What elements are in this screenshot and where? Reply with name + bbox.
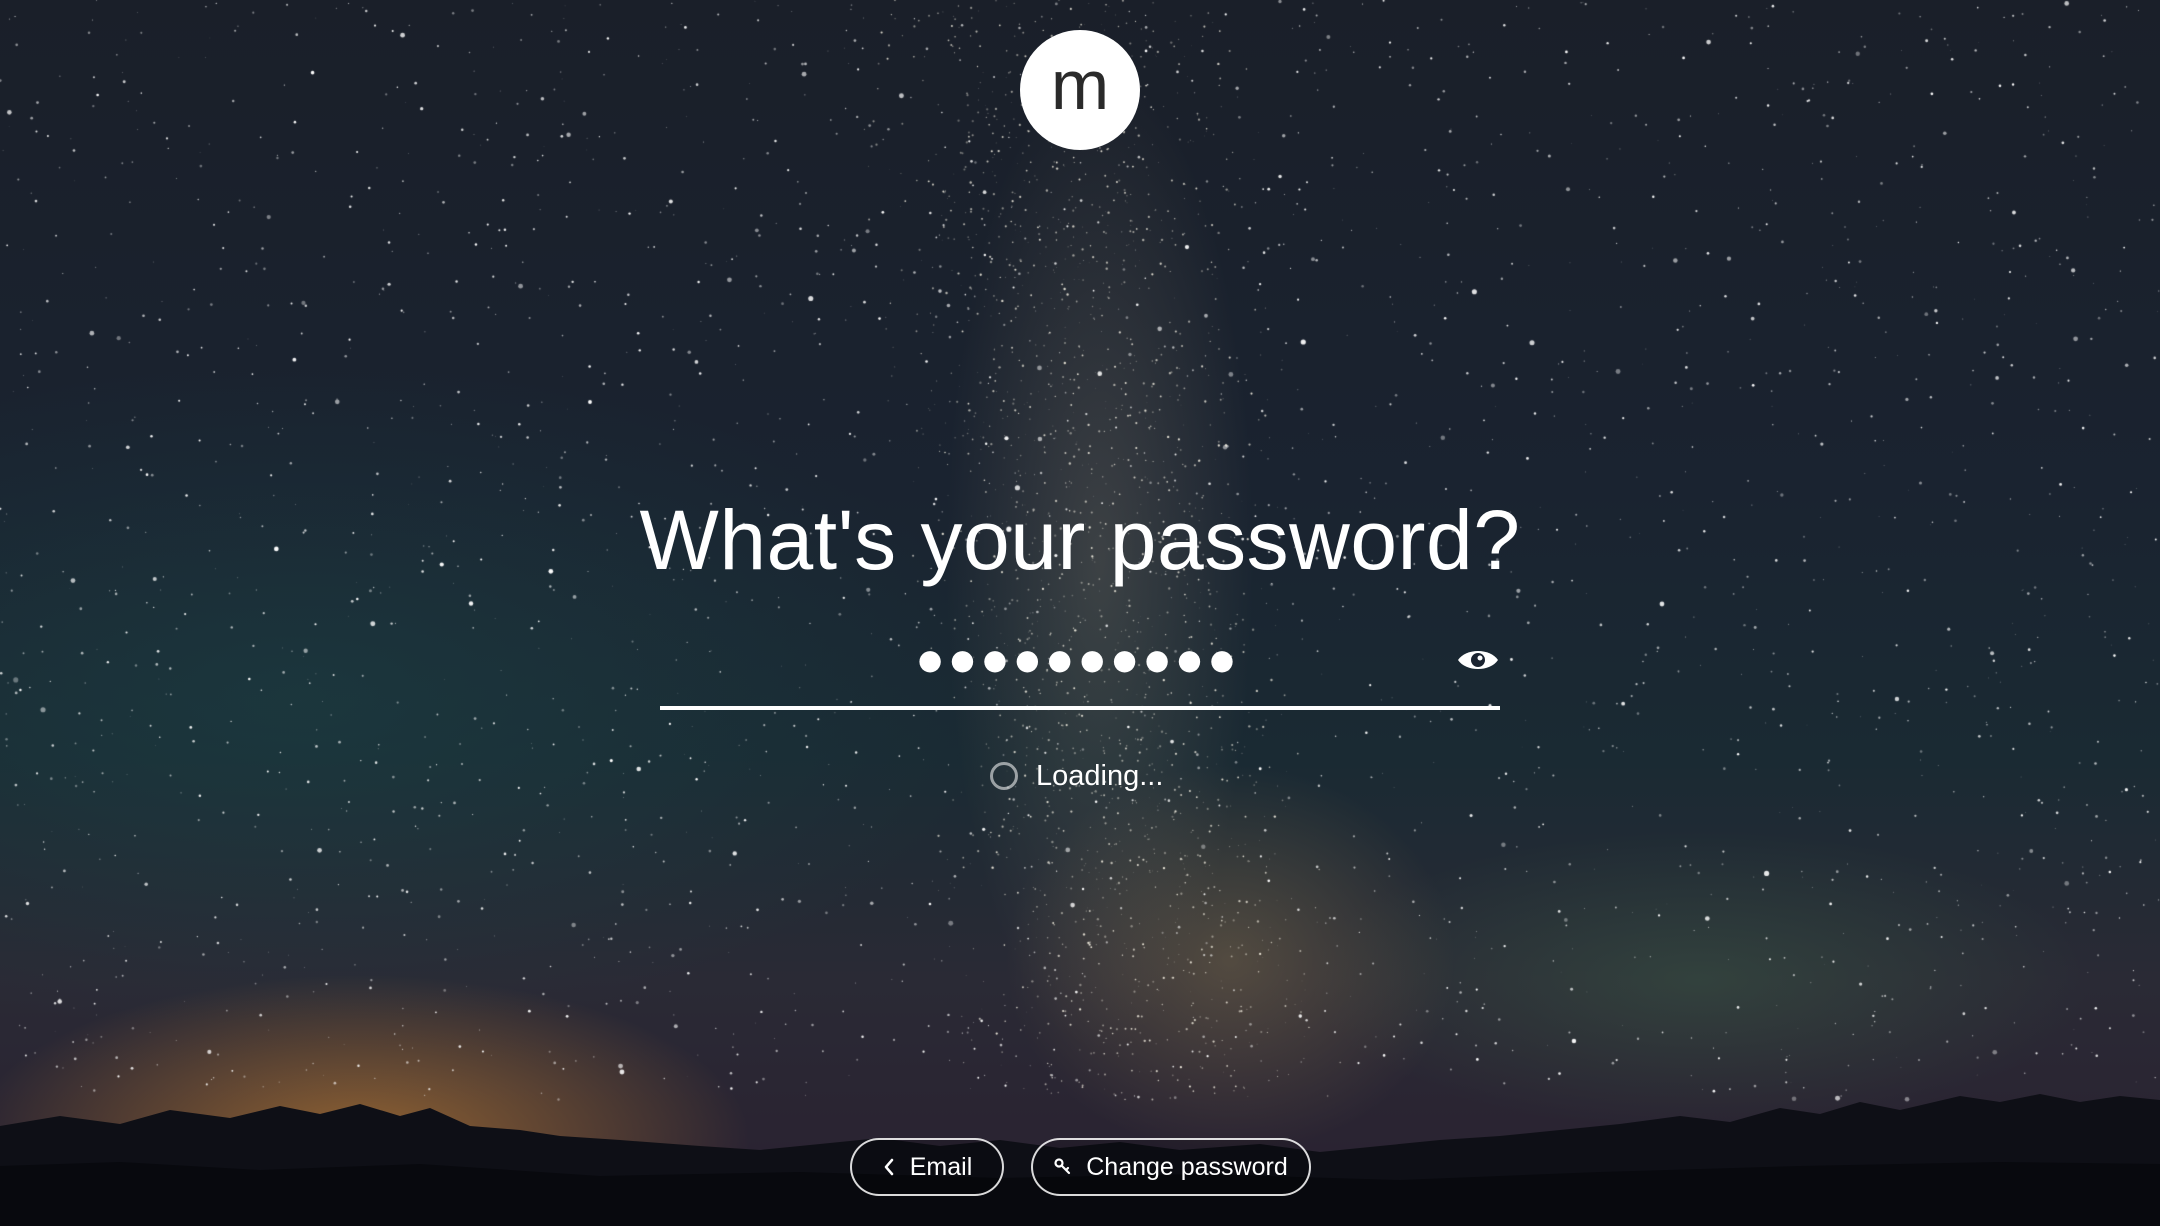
password-field[interactable]: ●●●●●●●●●● (660, 630, 1500, 710)
loading-spinner-icon (990, 762, 1018, 790)
eye-icon[interactable] (1456, 640, 1500, 680)
loading-status: Loading... (990, 758, 1163, 794)
logo-letter: m (1050, 46, 1110, 124)
page-title: What's your password? (639, 493, 1521, 587)
key-icon (1054, 1157, 1072, 1177)
loading-text: Loading... (1036, 759, 1164, 792)
back-to-email-button[interactable]: Email (850, 1138, 1004, 1196)
app-logo: m (1020, 30, 1140, 150)
change-password-button[interactable]: Change password (1031, 1138, 1311, 1196)
background-night-sky (0, 0, 2160, 1226)
change-password-label: Change password (1086, 1152, 1288, 1181)
chevron-left-icon (882, 1157, 896, 1177)
email-button-label: Email (909, 1152, 973, 1181)
password-masked-value[interactable]: ●●●●●●●●●● (660, 640, 1500, 680)
starfield (0, 0, 2160, 1226)
